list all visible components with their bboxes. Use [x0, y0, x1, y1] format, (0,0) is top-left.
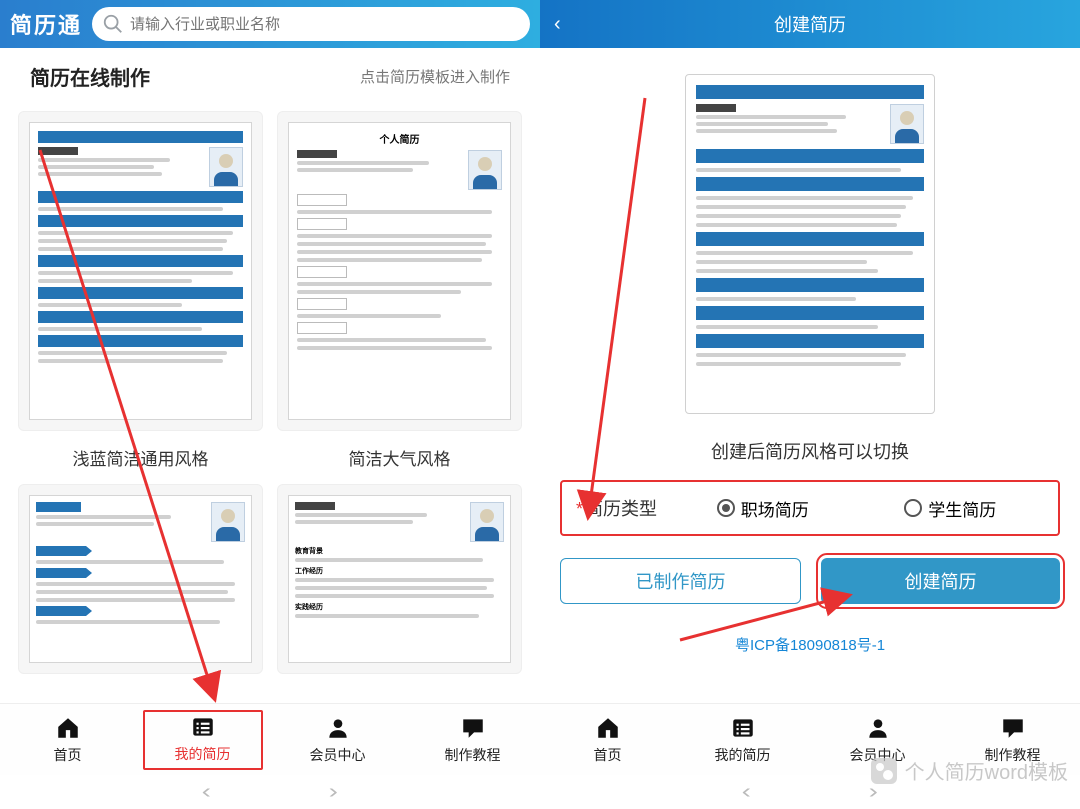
- tab-label: 首页: [594, 745, 622, 765]
- home-icon: [53, 715, 83, 741]
- search-icon: [102, 13, 124, 35]
- avatar-icon: [468, 150, 502, 190]
- tab-label: 我的简历: [175, 744, 231, 764]
- user-icon: [323, 715, 353, 741]
- search-box[interactable]: [92, 7, 530, 41]
- watermark: 个人简历word模板: [871, 756, 1068, 785]
- template-card[interactable]: 浅蓝简洁通用风格: [18, 111, 263, 478]
- subheader: 简历在线制作 点击简历模板进入制作: [0, 48, 540, 105]
- radio-student[interactable]: 学生简历: [904, 496, 996, 521]
- left-tabbar: 首页 我的简历 会员中心 制作教程: [0, 703, 540, 775]
- list-icon: [188, 714, 218, 740]
- templates-area: 浅蓝简洁通用风格 个人简历: [0, 105, 540, 703]
- back-button[interactable]: ‹: [554, 13, 561, 36]
- tab-my-resume[interactable]: 我的简历: [683, 715, 803, 765]
- template-thumb: 个人简历: [277, 111, 522, 431]
- search-input[interactable]: [130, 16, 520, 33]
- template-thumb: [18, 111, 263, 431]
- template-name: 浅蓝简洁通用风格: [18, 445, 263, 470]
- avatar-icon: [211, 502, 245, 542]
- left-pane: 简历通 简历在线制作 点击简历模板进入制作: [0, 0, 540, 809]
- watermark-text: 个人简历word模板: [905, 756, 1068, 785]
- template-card[interactable]: 个人简历: [277, 111, 522, 478]
- tab-member[interactable]: 会员中心: [278, 715, 398, 765]
- next-page[interactable]: ›: [329, 781, 338, 804]
- radio-label: 职场简历: [741, 496, 809, 521]
- template-hint: 点击简历模板进入制作: [360, 66, 510, 87]
- avatar-icon: [890, 104, 924, 144]
- tab-online-make[interactable]: 简历在线制作: [30, 62, 150, 91]
- avatar-icon: [470, 502, 504, 542]
- right-pane: ‹ 创建简历: [540, 0, 1080, 809]
- required-star: *: [576, 499, 583, 519]
- avatar-icon: [209, 147, 243, 187]
- tab-tutorial[interactable]: 制作教程: [413, 715, 533, 765]
- type-row-label: 简历类型: [585, 499, 657, 519]
- radio-unselected-icon: [904, 499, 922, 517]
- prev-page[interactable]: ‹: [742, 781, 751, 804]
- radio-label: 学生简历: [928, 496, 996, 521]
- template-name: 简洁大气风格: [277, 445, 522, 470]
- chat-icon: [458, 715, 488, 741]
- preview-area: [540, 48, 1080, 424]
- resume-preview[interactable]: [685, 74, 935, 414]
- radio-work[interactable]: 职场简历: [717, 496, 809, 521]
- tab-label: 制作教程: [445, 745, 501, 765]
- tab-label: 首页: [54, 745, 82, 765]
- btn-create-resume[interactable]: 创建简历: [821, 558, 1060, 604]
- tab-home[interactable]: 首页: [548, 715, 668, 765]
- template-card[interactable]: [18, 484, 263, 674]
- tab-home[interactable]: 首页: [8, 715, 128, 765]
- list-icon: [728, 715, 758, 741]
- page-title: 创建简历: [774, 11, 846, 37]
- app-title: 简历通: [10, 8, 82, 40]
- right-header: ‹ 创建简历: [540, 0, 1080, 48]
- radio-selected-icon: [717, 499, 735, 517]
- prev-page[interactable]: ‹: [202, 781, 211, 804]
- tab-label: 我的简历: [715, 745, 771, 765]
- icp-text: 粤ICP备18090818号-1: [540, 634, 1080, 655]
- left-pager: ‹ ›: [0, 775, 540, 809]
- template-card[interactable]: 教育背景 工作经历 实践经历: [277, 484, 522, 674]
- wechat-icon: [871, 758, 897, 784]
- switch-hint: 创建后简历风格可以切换: [540, 438, 1080, 464]
- chat-icon: [998, 715, 1028, 741]
- left-header: 简历通: [0, 0, 540, 48]
- tab-label: 会员中心: [310, 745, 366, 765]
- resume-type-row: *简历类型 职场简历 学生简历: [560, 480, 1060, 536]
- user-icon: [863, 715, 893, 741]
- btn-made-resume[interactable]: 已制作简历: [560, 558, 801, 604]
- home-icon: [593, 715, 623, 741]
- tab-my-resume[interactable]: 我的简历: [143, 710, 263, 770]
